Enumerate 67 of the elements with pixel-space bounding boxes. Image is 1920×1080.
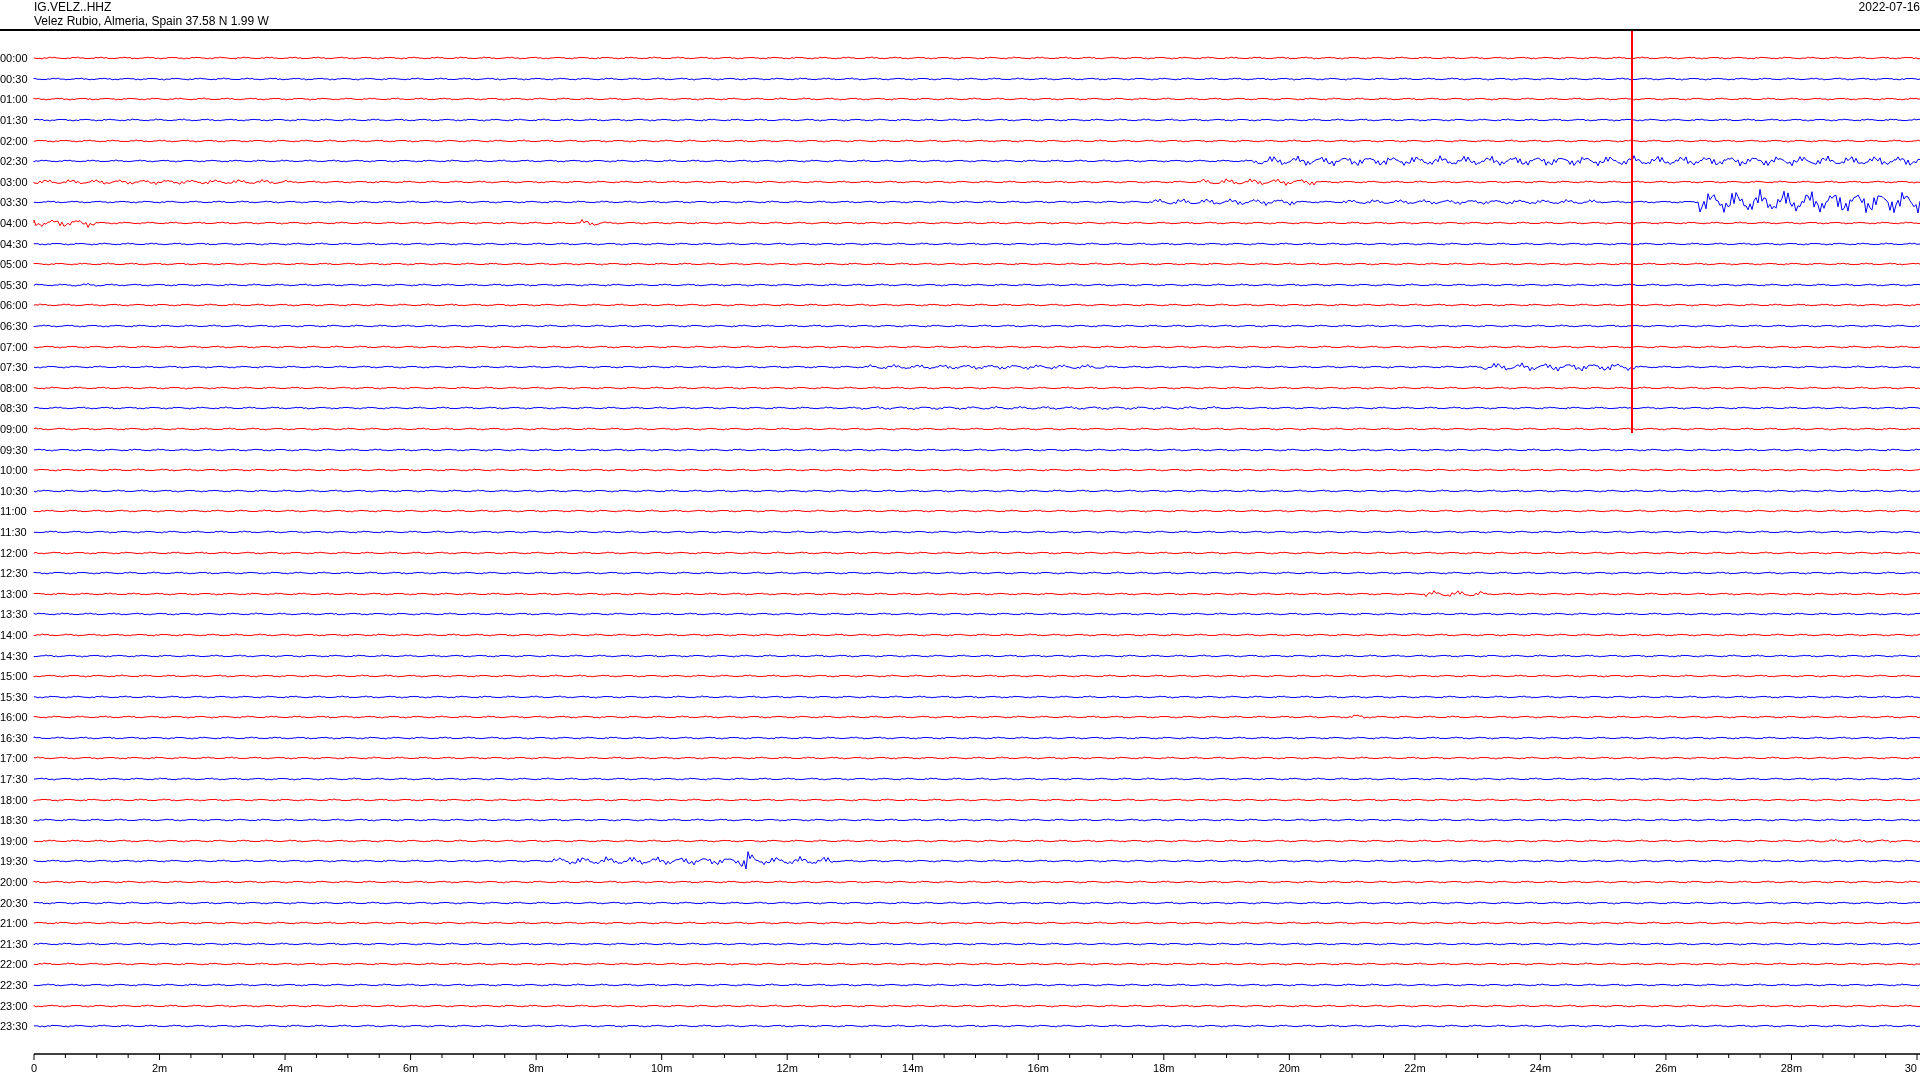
time-label: 10:30 <box>0 484 29 497</box>
axis-tick-label: 30 <box>1904 1062 1917 1074</box>
time-label: 06:00 <box>0 299 29 312</box>
axis-tick-label: 28m <box>1780 1062 1803 1074</box>
time-label: 18:30 <box>0 814 29 827</box>
time-label: 03:00 <box>0 175 29 188</box>
time-label: 05:30 <box>0 278 29 291</box>
time-label: 13:00 <box>0 587 29 600</box>
station-code: IG.VELZ..HHZ <box>34 0 113 14</box>
time-label: 18:00 <box>0 793 29 806</box>
time-label: 08:00 <box>0 381 29 394</box>
time-label: 09:30 <box>0 443 29 456</box>
time-label: 11:00 <box>0 505 28 518</box>
time-label: 00:00 <box>0 52 29 65</box>
time-label: 15:00 <box>0 670 29 683</box>
time-label: 14:00 <box>0 628 29 641</box>
time-label: 01:30 <box>0 114 29 127</box>
time-label: 17:30 <box>0 773 29 786</box>
axis-tick-label: 4m <box>277 1062 293 1074</box>
time-label: 03:30 <box>0 196 29 209</box>
time-label: 16:00 <box>0 711 29 724</box>
time-label: 02:30 <box>0 155 29 168</box>
time-label: 01:00 <box>0 93 29 106</box>
axis-tick-label: 14m <box>902 1062 924 1074</box>
axis-tick-label: 0 <box>30 1062 38 1074</box>
axis-tick-label: 26m <box>1655 1062 1677 1074</box>
time-label: 23:30 <box>0 1020 29 1033</box>
time-label: 20:00 <box>0 876 29 889</box>
time-label: 04:30 <box>0 237 29 250</box>
time-label: 12:00 <box>0 546 29 559</box>
axis-tick-label: 2m <box>151 1062 168 1074</box>
time-label: 23:00 <box>0 999 29 1012</box>
axis-tick-label: 10m <box>650 1062 673 1074</box>
time-label: 15:30 <box>0 690 29 703</box>
axis-tick-label: 24m <box>1529 1062 1552 1074</box>
time-label: 12:30 <box>0 567 29 580</box>
time-label: 06:30 <box>0 320 29 332</box>
axis-tick-label: 8m <box>528 1062 544 1074</box>
time-label: 08:30 <box>0 402 29 415</box>
time-label: 02:00 <box>0 134 29 147</box>
time-label: 19:30 <box>0 855 29 868</box>
axis-tick-label: 20m <box>1278 1062 1301 1074</box>
time-label: 22:00 <box>0 958 29 971</box>
station-location: Velez Rubio, Almeria, Spain 37.58 N 1.99 W <box>34 14 269 28</box>
time-label: 17:00 <box>0 752 29 765</box>
axis-tick-label: 6m <box>402 1062 419 1074</box>
axis-tick-label: 16m <box>1027 1062 1049 1074</box>
axis-tick-label: 18m <box>1153 1062 1175 1074</box>
time-label: 07:00 <box>0 340 29 353</box>
time-label: 20:30 <box>0 896 29 909</box>
time-label: 00:30 <box>0 72 29 85</box>
time-label: 19:00 <box>0 834 29 847</box>
time-label: 22:30 <box>0 979 29 991</box>
time-label: 09:00 <box>0 423 29 435</box>
record-date: 2022-07-16 <box>1858 0 1920 16</box>
time-label: 13:30 <box>0 608 29 621</box>
time-label: 10:00 <box>0 464 29 477</box>
axis-tick-label: 12m <box>776 1062 798 1074</box>
time-label: 11:30 <box>0 525 28 538</box>
time-label: 21:30 <box>0 937 29 950</box>
time-label: 05:00 <box>0 258 29 271</box>
time-label: 16:30 <box>0 731 29 744</box>
axis-tick-label: 22m <box>1404 1062 1426 1074</box>
time-label: 07:30 <box>0 361 29 374</box>
time-label: 14:30 <box>0 649 29 662</box>
time-label: 21:00 <box>0 917 29 930</box>
time-label: 04:00 <box>0 217 29 230</box>
